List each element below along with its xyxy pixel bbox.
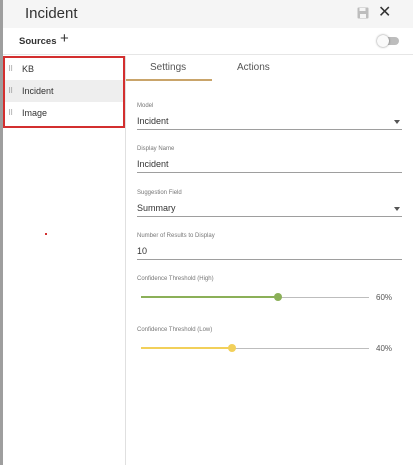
stray-dot (45, 233, 47, 235)
model-select[interactable]: Incident (137, 116, 169, 126)
threshold-high-slider[interactable] (141, 293, 369, 301)
num-results-underline (137, 259, 402, 260)
source-item-label: Incident (22, 86, 54, 96)
threshold-high-label: Confidence Threshold (High) (137, 276, 214, 282)
source-item-image[interactable]: ⠿ Image (5, 102, 123, 124)
drag-handle-icon[interactable]: ⠿ (8, 65, 18, 73)
sources-toggle[interactable] (377, 35, 399, 47)
threshold-low-value: 40% (376, 344, 393, 353)
drag-handle-icon[interactable]: ⠿ (8, 109, 18, 117)
model-underline (137, 129, 402, 130)
model-label: Model (137, 103, 154, 109)
source-item-label: Image (22, 108, 48, 118)
chevron-down-icon[interactable] (394, 207, 400, 211)
source-item-kb[interactable]: ⠿ KB (5, 58, 123, 80)
window-title: Incident (25, 5, 78, 22)
panel-divider (125, 56, 126, 465)
slider-thumb[interactable] (273, 293, 282, 301)
add-source-icon[interactable]: + (60, 31, 69, 47)
display-name-label: Display Name (137, 146, 175, 152)
active-tab-indicator (126, 79, 212, 81)
num-results-field[interactable]: 10 (137, 246, 147, 256)
slider-fill (141, 347, 233, 349)
drag-handle-icon[interactable]: ⠿ (8, 87, 18, 95)
num-results-label: Number of Results to Display (137, 233, 215, 239)
sources-label: Sources (19, 36, 57, 47)
suggestion-field-label: Suggestion Field (137, 190, 182, 196)
toggle-knob (377, 35, 389, 47)
tab-actions[interactable]: Actions (237, 62, 270, 73)
display-name-underline (137, 172, 402, 173)
suggestion-field-underline (137, 216, 402, 217)
display-name-field[interactable]: Incident (137, 159, 169, 169)
threshold-low-slider[interactable] (141, 344, 369, 352)
sources-list: ⠿ KB ⠿ Incident ⠿ Image (3, 56, 125, 128)
close-icon[interactable]: ✕ (378, 4, 391, 22)
threshold-low-label: Confidence Threshold (Low) (137, 327, 213, 333)
tab-settings[interactable]: Settings (150, 62, 186, 73)
sources-header: Sources + (3, 28, 413, 55)
suggestion-field-select[interactable]: Summary (137, 203, 176, 213)
source-item-label: KB (22, 64, 35, 74)
slider-thumb[interactable] (228, 344, 237, 352)
chevron-down-icon[interactable] (394, 120, 400, 124)
source-item-incident[interactable]: ⠿ Incident (5, 80, 123, 102)
save-icon[interactable] (357, 7, 369, 19)
slider-fill (141, 296, 278, 298)
threshold-high-value: 60% (376, 293, 393, 302)
title-bar: Incident ✕ (3, 0, 413, 28)
